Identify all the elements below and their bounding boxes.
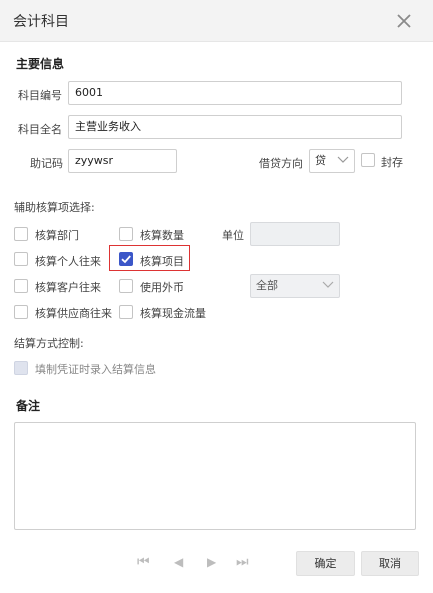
chevron-down-icon (337, 150, 349, 172)
foreign-currency-checkbox[interactable] (119, 279, 133, 293)
code-input[interactable]: 6001 (68, 81, 402, 105)
cancel-button[interactable]: 取消 (361, 551, 419, 576)
remarks-heading: 备注 (16, 399, 41, 413)
quantity-label: 核算数量 (140, 229, 184, 242)
settlement-record-checkbox[interactable] (14, 361, 28, 375)
check-icon (121, 255, 131, 264)
project-label: 核算项目 (140, 255, 184, 268)
personal-checkbox[interactable] (14, 252, 28, 266)
settlement-record-label: 填制凭证时录入结算信息 (35, 363, 156, 376)
direction-label: 借贷方向 (259, 157, 303, 170)
settlement-heading: 结算方式控制: (14, 337, 84, 350)
close-icon[interactable] (394, 11, 414, 31)
cashflow-label: 核算现金流量 (140, 307, 206, 320)
first-page-icon[interactable]: ⏮ (137, 554, 150, 570)
remarks-textarea[interactable] (14, 422, 416, 530)
archive-checkbox[interactable] (361, 153, 375, 167)
mnemonic-label: 助记码 (30, 157, 63, 170)
fullname-label: 科目全名 (18, 123, 62, 136)
customer-label: 核算客户往来 (35, 281, 101, 294)
unit-label: 单位 (222, 229, 244, 242)
direction-select[interactable]: 贷 (309, 149, 355, 173)
archive-label: 封存 (381, 156, 403, 169)
main-info-heading: 主要信息 (16, 57, 65, 71)
foreign-currency-label: 使用外币 (140, 281, 184, 294)
project-checkbox[interactable] (119, 252, 133, 266)
dialog-title: 会计科目 (13, 14, 69, 30)
fullname-input[interactable]: 主营业务收入 (68, 115, 402, 139)
dept-label: 核算部门 (35, 229, 79, 242)
dept-checkbox[interactable] (14, 227, 28, 241)
prev-page-icon[interactable]: ◀ (174, 555, 183, 569)
aux-heading: 辅助核算项选择: (14, 201, 95, 214)
code-label: 科目编号 (18, 89, 62, 102)
quantity-checkbox[interactable] (119, 227, 133, 241)
next-page-icon[interactable]: ▶ (207, 555, 216, 569)
cashflow-checkbox[interactable] (119, 305, 133, 319)
direction-value: 贷 (315, 154, 326, 167)
unit-input[interactable] (250, 222, 340, 246)
chevron-down-icon (322, 275, 334, 297)
last-page-icon[interactable]: ⏭ (236, 554, 249, 570)
supplier-label: 核算供应商往来 (35, 307, 112, 320)
mnemonic-input[interactable]: zyywsr (68, 149, 177, 173)
personal-label: 核算个人往来 (35, 255, 101, 268)
currency-value: 全部 (256, 279, 278, 292)
customer-checkbox[interactable] (14, 279, 28, 293)
supplier-checkbox[interactable] (14, 305, 28, 319)
currency-select[interactable]: 全部 (250, 274, 340, 298)
ok-button[interactable]: 确定 (296, 551, 355, 576)
